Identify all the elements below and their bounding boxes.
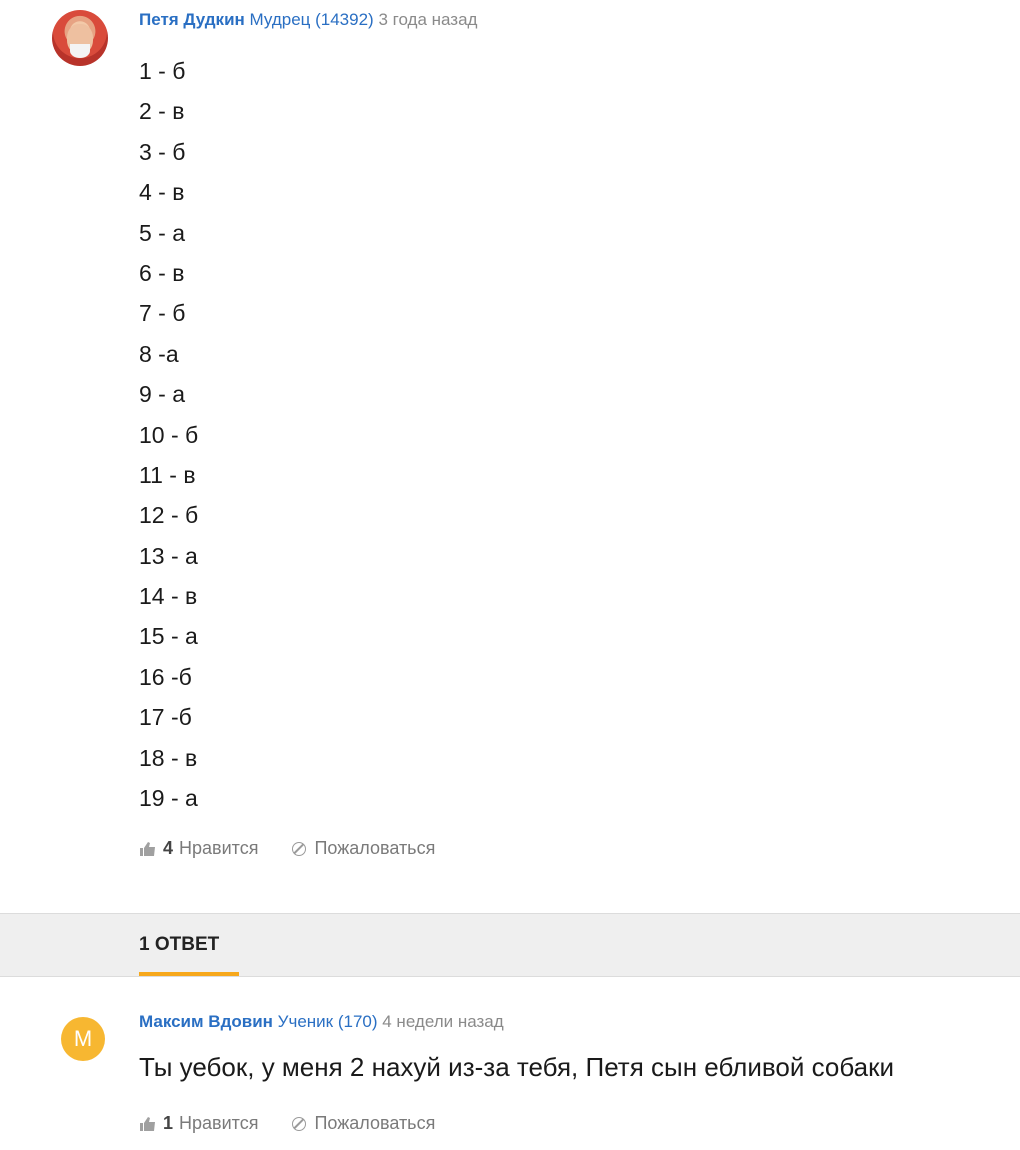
answer-item: 1 - б bbox=[139, 58, 186, 84]
answer-item: 11 - в bbox=[139, 461, 196, 488]
answer-item: 6 - в bbox=[139, 259, 185, 286]
reply-actions: 1 Нравится Пожаловаться bbox=[139, 1113, 435, 1134]
reply-like-count: 1 bbox=[163, 1113, 174, 1133]
like-button[interactable]: 4 Нравится bbox=[139, 838, 258, 859]
avatar-beard bbox=[70, 44, 90, 58]
reply-meta: Максим Вдовин Ученик (170) 4 недели наза… bbox=[139, 1012, 504, 1032]
avatar[interactable] bbox=[52, 10, 108, 66]
reply-time: 4 недели назад bbox=[382, 1012, 504, 1031]
answer-item: 16 -б bbox=[139, 663, 192, 690]
answer-item: 12 - б bbox=[139, 502, 199, 529]
answer-item: 15 - а bbox=[139, 623, 198, 650]
reply-report-button[interactable]: Пожаловаться bbox=[292, 1113, 435, 1134]
answer-item: 19 - а bbox=[139, 785, 198, 812]
answer-list: 1 - б 2 - в 3 - б 4 - в 5 - а 6 - в 7 - б 8 -а 9… bbox=[139, 56, 198, 823]
thumbs-up-icon bbox=[140, 841, 155, 856]
reply-like-label: Нравится bbox=[179, 1113, 259, 1133]
author-name[interactable]: Петя Дудкин bbox=[139, 10, 245, 29]
answer-item: 14 - в bbox=[139, 583, 198, 610]
tab-underline bbox=[139, 972, 239, 976]
reply-like-button[interactable]: 1 Нравится bbox=[139, 1113, 258, 1134]
answer-item: 4 - в bbox=[139, 179, 185, 206]
answer-item: 7 - б bbox=[139, 300, 186, 327]
answer-item: 18 - в bbox=[139, 744, 198, 771]
author-rank[interactable]: Мудрец (14392) bbox=[250, 10, 374, 29]
answer-item: 2 - в bbox=[139, 98, 185, 125]
report-button[interactable]: Пожаловаться bbox=[292, 838, 435, 859]
answer-item: 8 -а bbox=[139, 340, 179, 367]
comment-time: 3 года назад bbox=[378, 10, 478, 29]
answer-item: 17 -б bbox=[139, 704, 192, 731]
answer-item: 13 - а bbox=[139, 542, 198, 569]
report-icon bbox=[292, 841, 307, 856]
reply-report-label: Пожаловаться bbox=[314, 1113, 436, 1133]
reply-author-name[interactable]: Максим Вдовин bbox=[139, 1012, 273, 1031]
like-count: 4 bbox=[163, 838, 174, 858]
like-label: Нравится bbox=[179, 838, 259, 858]
report-icon bbox=[292, 1116, 307, 1131]
comment-meta: Петя Дудкин Мудрец (14392) 3 года назад bbox=[139, 10, 477, 30]
answer-item: 9 - а bbox=[139, 381, 186, 408]
report-label: Пожаловаться bbox=[314, 838, 436, 858]
comment-actions: 4 Нравится Пожаловаться bbox=[139, 838, 435, 859]
reply-avatar[interactable]: М bbox=[61, 1017, 105, 1061]
reply-text: Ты уебок, у меня 2 нахуй из-за тебя, Пет… bbox=[139, 1052, 894, 1082]
replies-header: 1 ОТВЕТ bbox=[0, 913, 1020, 977]
reply-author-rank[interactable]: Ученик (170) bbox=[278, 1012, 378, 1031]
answer-item: 5 - а bbox=[139, 219, 186, 246]
answer-item: 3 - б bbox=[139, 138, 186, 165]
replies-count-tab[interactable]: 1 ОТВЕТ bbox=[139, 934, 219, 956]
thumbs-up-icon bbox=[140, 1116, 155, 1131]
answer-item: 10 - б bbox=[139, 421, 199, 448]
